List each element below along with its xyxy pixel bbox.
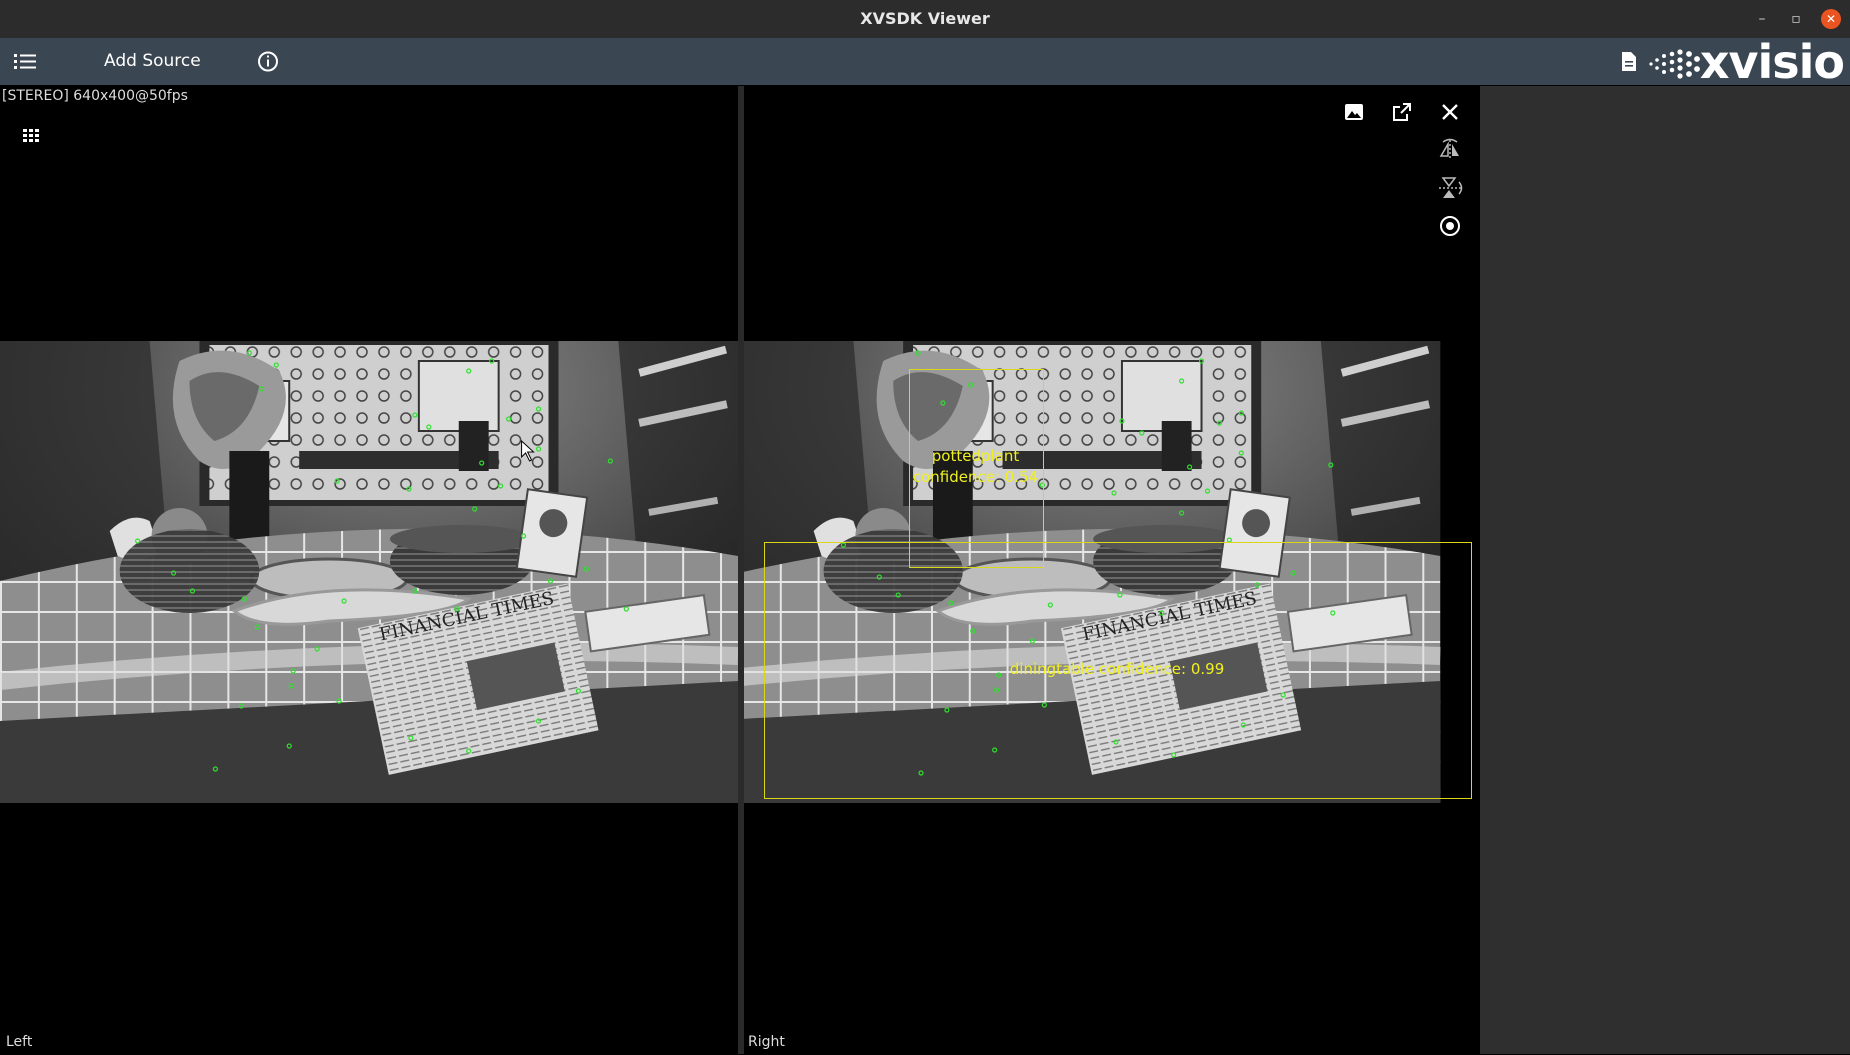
right-view-label: Right: [748, 1034, 785, 1050]
info-icon: [258, 51, 278, 72]
list-icon: [14, 54, 36, 69]
minimize-button[interactable]: –: [1752, 9, 1772, 29]
detection-confidence: confidence: 0.54: [912, 468, 1039, 486]
document-icon: [1622, 52, 1636, 71]
side-panel: [1480, 86, 1850, 1054]
flip-horizontal-icon: [1439, 138, 1459, 160]
flip-vertical-button[interactable]: [1436, 174, 1464, 202]
logo-text: xvisio: [1699, 35, 1845, 89]
info-button[interactable]: [256, 38, 280, 85]
flip-vertical-icon: [1439, 177, 1463, 198]
open-external-button[interactable]: [1388, 98, 1416, 126]
window-title: XVSDK Viewer: [860, 9, 990, 28]
maximize-button[interactable]: ▫: [1786, 9, 1806, 29]
detection-label-diningtable: diningtable confidence: 0.99: [1009, 660, 1225, 678]
image-icon: [1345, 104, 1363, 120]
record-target-icon: [1440, 216, 1460, 236]
document-button[interactable]: [1618, 38, 1640, 85]
target-button[interactable]: [1436, 212, 1464, 240]
left-camera-frame: [0, 341, 738, 803]
snapshot-button[interactable]: [1340, 98, 1368, 126]
left-view-label: Left: [6, 1034, 33, 1050]
detection-class: pottedplant: [931, 447, 1020, 465]
detection-label-pottedplant: pottedplant confidence: 0.54: [909, 446, 1042, 488]
flip-horizontal-button[interactable]: [1436, 136, 1464, 164]
close-window-button[interactable]: ✕: [1821, 9, 1841, 29]
close-view-button[interactable]: [1436, 98, 1464, 126]
logo-dots-icon: [1649, 49, 1700, 79]
menu-button[interactable]: [12, 38, 38, 85]
main-toolbar: Add Source xvisio: [0, 38, 1850, 85]
left-camera-view[interactable]: [STEREO] 640x400@50fps Left: [0, 86, 738, 1054]
open-external-icon: [1393, 103, 1411, 121]
grid-icon: [23, 129, 39, 142]
stereo-view-area: [STEREO] 640x400@50fps Left pottedplant …: [0, 86, 1850, 1055]
xvisio-logo: xvisio: [1648, 35, 1845, 89]
grid-layout-button[interactable]: [20, 126, 42, 148]
right-camera-view[interactable]: pottedplant confidence: 0.54 diningtable…: [744, 86, 1480, 1054]
stream-info: [STEREO] 640x400@50fps: [2, 88, 188, 104]
window-titlebar: XVSDK Viewer – ▫ ✕: [0, 0, 1850, 39]
close-icon: [1442, 104, 1458, 120]
add-source-button[interactable]: Add Source: [104, 38, 201, 85]
